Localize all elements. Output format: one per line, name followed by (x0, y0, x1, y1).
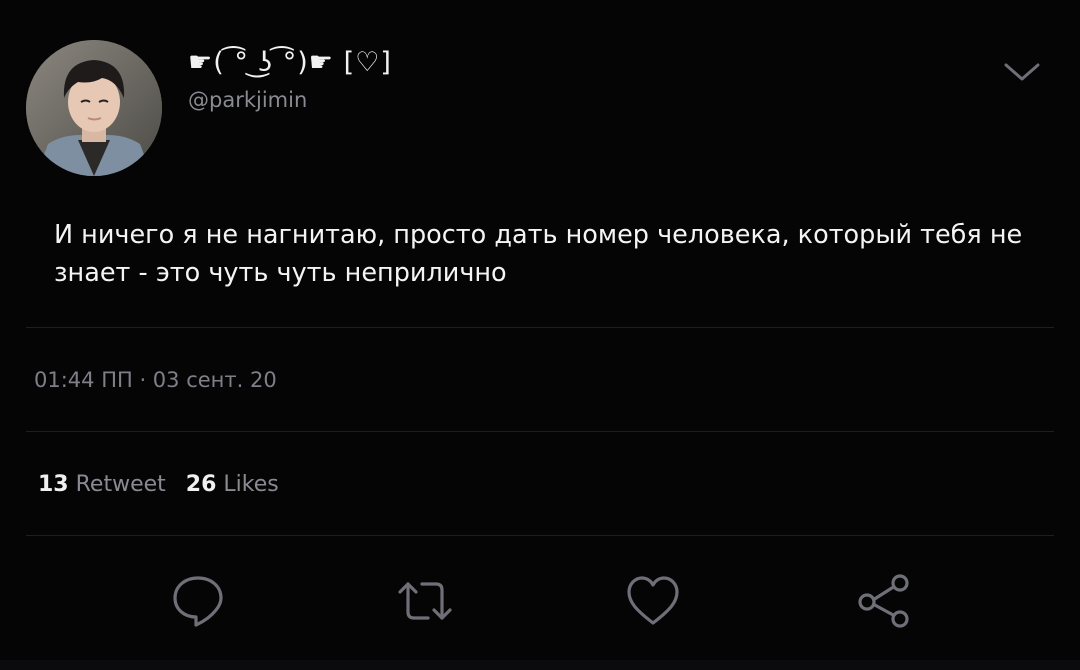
user-handle[interactable]: @parkjimin (188, 86, 307, 114)
divider (26, 327, 1054, 328)
like-label: Likes (223, 472, 279, 497)
retweet-stat[interactable]: 13 Retweet (38, 472, 166, 497)
like-button[interactable] (624, 572, 682, 630)
retweet-button[interactable] (396, 572, 454, 630)
chevron-down-icon[interactable] (1000, 56, 1044, 86)
retweet-arrows-icon (398, 582, 452, 620)
likes-stat[interactable]: 26 Likes (186, 472, 279, 497)
retweet-count: 13 (38, 472, 69, 497)
bottom-edge (0, 660, 1080, 670)
avatar[interactable] (26, 40, 162, 176)
divider (26, 535, 1054, 536)
share-button[interactable] (855, 572, 913, 630)
share-nodes-icon (858, 574, 909, 628)
heart-icon (627, 576, 679, 625)
tweet-text: И ничего я не нагнитаю, просто дать номе… (54, 220, 1023, 288)
avatar-image (26, 40, 162, 176)
divider (26, 431, 1054, 432)
like-count: 26 (185, 472, 217, 497)
reply-button[interactable] (169, 572, 227, 630)
tweet-timestamp[interactable]: 01:44 ПП · 03 сент. 20 (34, 364, 277, 396)
display-name[interactable]: ☛( ͡° ͜ʖ ͡°)☛ [♡] (188, 46, 392, 80)
engagement-stats: 13 Retweet 26 Likes (38, 468, 279, 502)
tweet-detail: ☛( ͡° ͜ʖ ͡°)☛ [♡] @parkjimin И ничего я … (0, 0, 1080, 670)
reply-bubble-icon (173, 576, 223, 627)
retweet-label: Retweet (75, 472, 166, 497)
